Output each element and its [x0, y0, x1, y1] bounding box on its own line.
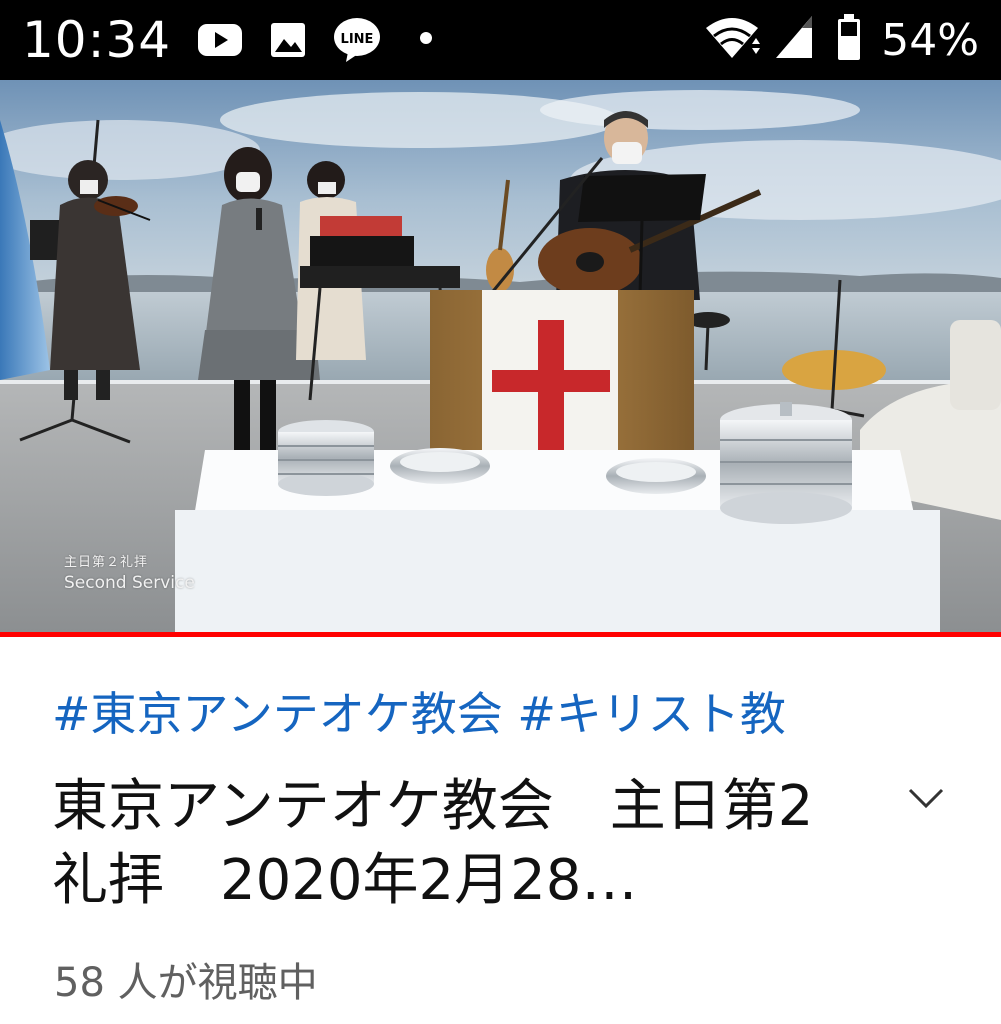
live-stream-frame — [0, 80, 1001, 632]
service-watermark: 主日第２礼拝 Second Service — [64, 554, 195, 594]
video-title[interactable]: 東京アンテオケ教会 主日第2礼拝 2020年2月28… — [52, 770, 852, 918]
watermark-jp: 主日第２礼拝 — [64, 555, 149, 570]
wifi-icon — [706, 18, 760, 58]
image-icon — [271, 23, 305, 57]
chevron-down-icon[interactable] — [900, 772, 952, 824]
dot-icon — [420, 32, 432, 44]
progress-fill — [0, 632, 1001, 637]
youtube-icon — [198, 24, 242, 56]
video-player[interactable]: 主日第２礼拝 Second Service — [0, 80, 1001, 632]
watermark-en: Second Service — [64, 573, 195, 593]
line-app-icon: LINE — [334, 18, 380, 62]
status-time: 10:34 — [22, 11, 172, 69]
video-hashtags[interactable]: #東京アンテオケ教会 #キリスト教 — [52, 684, 786, 744]
viewer-count: 58 人が視聴中 — [54, 960, 318, 1006]
svg-text:LINE: LINE — [341, 32, 374, 47]
video-progress-bar[interactable] — [0, 632, 1001, 637]
battery-percent: 54% — [881, 15, 979, 66]
status-bar: 10:34 LINE 54% — [0, 0, 1001, 80]
battery-icon — [838, 14, 860, 60]
cellular-signal-icon — [776, 16, 812, 58]
